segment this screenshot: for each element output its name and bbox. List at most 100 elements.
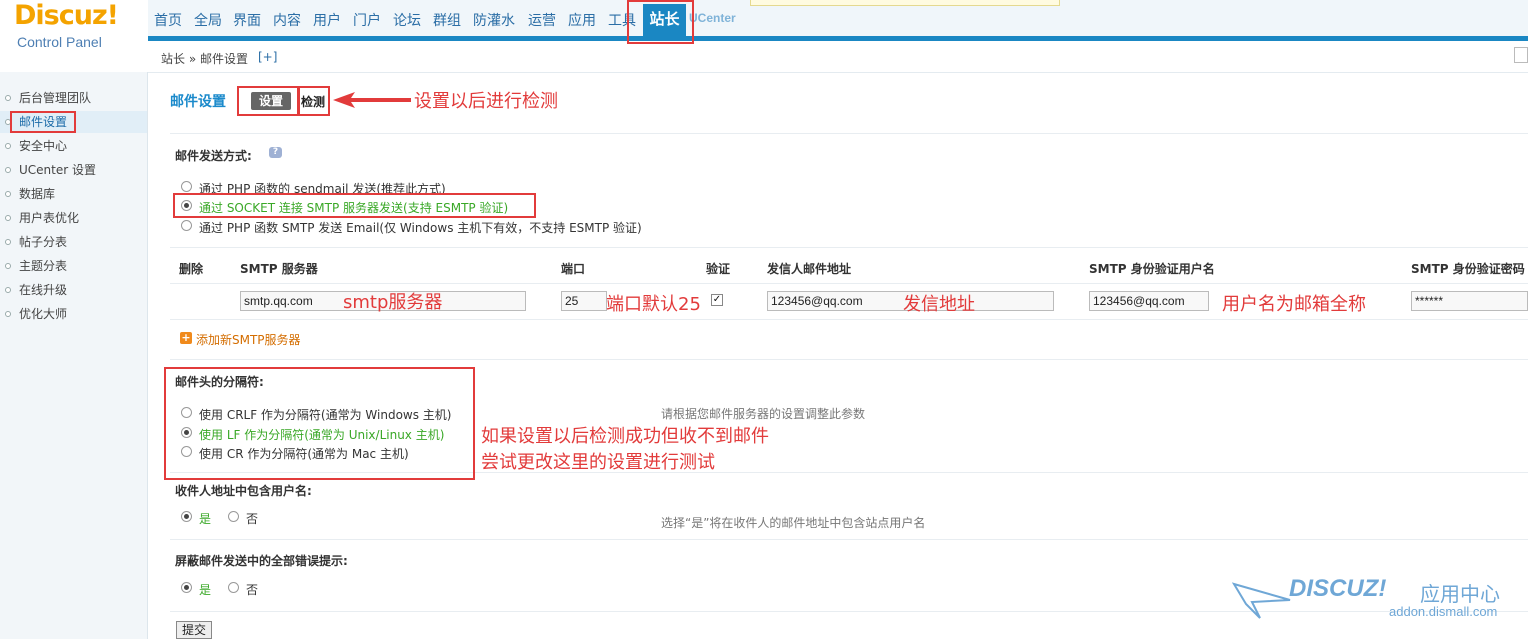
send-method-label: 邮件发送方式: bbox=[175, 149, 252, 163]
bullet-icon bbox=[5, 263, 11, 269]
bullet-icon bbox=[5, 287, 11, 293]
nav-global[interactable]: 全局 bbox=[190, 8, 226, 34]
col-auth-user: SMTP 身份验证用户名 bbox=[1089, 262, 1215, 276]
include-username-yes-label: 是 bbox=[199, 512, 212, 526]
add-icon: + bbox=[180, 331, 192, 344]
silent-errors-yes-label: 是 bbox=[199, 583, 212, 597]
sidebar-item-upgrade[interactable]: 在线升级 bbox=[0, 279, 147, 301]
sidebar-item-admin-team[interactable]: 后台管理团队 bbox=[0, 87, 147, 109]
divider bbox=[170, 539, 1528, 540]
smtp-password-input[interactable]: ****** bbox=[1411, 291, 1528, 311]
bullet-icon bbox=[5, 95, 11, 101]
discuz-logo: Discuz! bbox=[14, 0, 119, 31]
nav-operation[interactable]: 运营 bbox=[524, 8, 560, 34]
logo-area: Discuz! Control Panel bbox=[0, 0, 148, 72]
sidebar-item-security[interactable]: 安全中心 bbox=[0, 135, 147, 157]
include-username-yes-radio[interactable] bbox=[181, 511, 192, 522]
add-smtp-server-link[interactable]: 添加新SMTP服务器 bbox=[196, 331, 301, 348]
sidebar-item-label: 安全中心 bbox=[19, 139, 68, 153]
search-box[interactable] bbox=[1514, 47, 1528, 63]
nav-portal[interactable]: 门户 bbox=[349, 8, 385, 34]
notice-bar bbox=[750, 0, 1060, 6]
page-title: 邮件设置 bbox=[170, 94, 226, 110]
send-method-radio-sendmail[interactable] bbox=[181, 181, 192, 192]
include-username-no-radio[interactable] bbox=[228, 511, 239, 522]
breadcrumb: 站长 » 邮件设置 bbox=[161, 52, 248, 66]
send-method-radio-phpsmtp[interactable] bbox=[181, 220, 192, 231]
divider bbox=[170, 611, 1528, 612]
annotation-delimiter-line2: 尝试更改这里的设置进行测试 bbox=[481, 452, 715, 473]
paper-plane-icon bbox=[1232, 582, 1291, 619]
nav-ucenter[interactable]: UCenter bbox=[689, 11, 736, 25]
sidebar-item-thread-split[interactable]: 主题分表 bbox=[0, 255, 147, 277]
breadcrumb-bar bbox=[148, 41, 1528, 73]
submit-button[interactable]: 提交 bbox=[176, 621, 212, 639]
watermark-title: 应用中心 bbox=[1420, 582, 1500, 606]
help-icon[interactable]: ? bbox=[269, 147, 282, 158]
sidebar-item-usertable[interactable]: 用户表优化 bbox=[0, 207, 147, 229]
highlight-tab-check bbox=[298, 86, 330, 116]
annotation-smtp-server: smtp服务器 bbox=[343, 292, 443, 313]
silent-errors-yes-radio[interactable] bbox=[181, 582, 192, 593]
sidebar-item-optimizer[interactable]: 优化大师 bbox=[0, 303, 147, 325]
annotation-username-full: 用户名为邮箱全称 bbox=[1222, 294, 1366, 315]
annotation-delimiter-line1: 如果设置以后检测成功但收不到邮件 bbox=[481, 426, 769, 447]
highlight-sidebar-mail bbox=[10, 111, 76, 133]
include-username-no-label: 否 bbox=[246, 512, 259, 526]
col-auth-password: SMTP 身份验证密码 bbox=[1411, 262, 1525, 276]
col-smtp-server: SMTP 服务器 bbox=[240, 262, 318, 276]
divider bbox=[170, 283, 1528, 284]
nav-users[interactable]: 用户 bbox=[309, 8, 345, 34]
nav-apps[interactable]: 应用 bbox=[564, 8, 600, 34]
divider bbox=[170, 359, 1528, 360]
include-username-label: 收件人地址中包含用户名: bbox=[175, 484, 312, 498]
add-shortcut-link[interactable]: [+] bbox=[258, 50, 277, 64]
include-username-tip: 选择“是”将在收件人的邮件地址中包含站点用户名 bbox=[661, 516, 926, 530]
annotation-port-default: 端口默认25 bbox=[606, 294, 701, 315]
silent-errors-label: 屏蔽邮件发送中的全部错误提示: bbox=[175, 554, 348, 568]
silent-errors-no-label: 否 bbox=[246, 583, 259, 597]
delimiter-tip: 请根据您邮件服务器的设置调整此参数 bbox=[661, 407, 866, 421]
bullet-icon bbox=[5, 191, 11, 197]
divider bbox=[170, 133, 1528, 134]
bullet-icon bbox=[5, 143, 11, 149]
sidebar-item-label: 后台管理团队 bbox=[19, 91, 92, 105]
sidebar-item-label: 优化大师 bbox=[19, 307, 68, 321]
sidebar-item-label: 帖子分表 bbox=[19, 235, 68, 249]
sidebar-item-label: UCenter 设置 bbox=[19, 163, 96, 177]
sidebar-item-label: 主题分表 bbox=[19, 259, 68, 273]
divider bbox=[170, 319, 1528, 320]
bullet-icon bbox=[5, 167, 11, 173]
nav-groups[interactable]: 群组 bbox=[429, 8, 465, 34]
arrow-icon bbox=[333, 92, 411, 108]
sidebar-item-label: 数据库 bbox=[19, 187, 56, 201]
annotation-check-after: 设置以后进行检测 bbox=[414, 91, 558, 112]
col-from: 发信人邮件地址 bbox=[767, 262, 852, 276]
sidebar-item-database[interactable]: 数据库 bbox=[0, 183, 147, 205]
watermark-url: addon.dismall.com bbox=[1389, 604, 1498, 619]
nav-interface[interactable]: 界面 bbox=[229, 8, 265, 34]
divider bbox=[170, 247, 1528, 248]
sidebar bbox=[0, 72, 148, 639]
nav-antispam[interactable]: 防灌水 bbox=[469, 8, 519, 34]
highlight-delimiter bbox=[164, 367, 475, 480]
send-method-option: 通过 PHP 函数 SMTP 发送 Email(仅 Windows 主机下有效，… bbox=[199, 221, 642, 235]
smtp-auth-checkbox[interactable]: ✓ bbox=[711, 294, 723, 306]
smtp-port-input[interactable]: 25 bbox=[561, 291, 607, 311]
sidebar-item-post-split[interactable]: 帖子分表 bbox=[0, 231, 147, 253]
silent-errors-no-radio[interactable] bbox=[228, 582, 239, 593]
col-auth: 验证 bbox=[706, 262, 731, 276]
sidebar-item-label: 在线升级 bbox=[19, 283, 68, 297]
nav-content[interactable]: 内容 bbox=[269, 8, 305, 34]
highlight-tab-settings bbox=[237, 86, 299, 116]
highlight-nav-webmaster bbox=[627, 0, 694, 44]
col-delete: 删除 bbox=[179, 262, 204, 276]
highlight-socket-option bbox=[173, 193, 536, 218]
annotation-sender: 发信地址 bbox=[903, 294, 975, 315]
bullet-icon bbox=[5, 311, 11, 317]
sidebar-item-ucenter[interactable]: UCenter 设置 bbox=[0, 159, 147, 181]
smtp-user-input[interactable]: 123456@qq.com bbox=[1089, 291, 1209, 311]
nav-forum[interactable]: 论坛 bbox=[389, 8, 425, 34]
nav-home[interactable]: 首页 bbox=[150, 8, 186, 34]
bullet-icon bbox=[5, 239, 11, 245]
